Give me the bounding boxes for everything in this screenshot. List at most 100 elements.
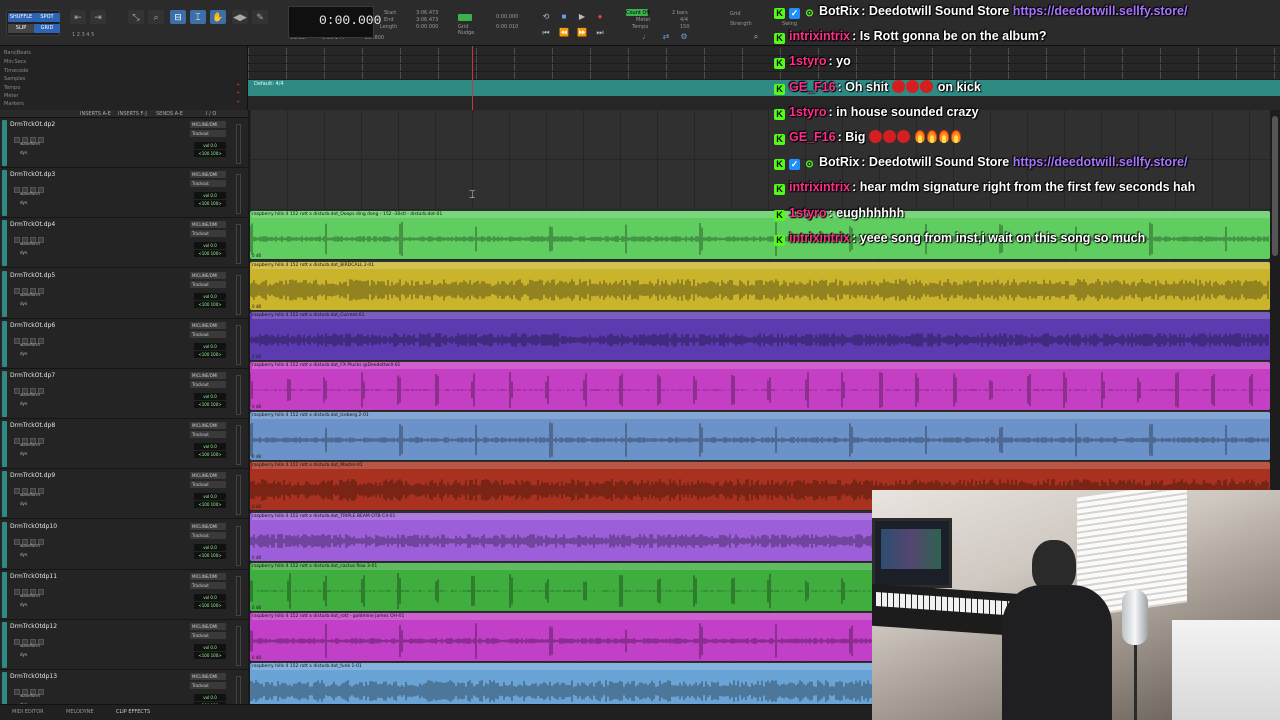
track-volume[interactable]: vol 0.0 [194,393,226,400]
track-input[interactable]: MICLINE/DMI [190,372,226,379]
track-volume[interactable]: vol 0.0 [194,644,226,651]
track-name[interactable]: DrmTrckOt.dp8 [10,422,55,429]
grid-mode-button[interactable]: GRID [34,24,60,33]
magnifier-tool-icon[interactable]: ⌕ [148,10,164,24]
track-input[interactable]: MICLINE/DMI [190,572,226,580]
grid-indicator[interactable] [458,14,472,21]
clip-gain-label[interactable]: 0 dB [252,354,261,359]
track-volume[interactable]: vol 0.0 [194,142,226,149]
track-view-selector[interactable]: waveform [20,543,40,548]
track-input[interactable]: MICLINE/DMI [190,422,226,430]
track-view-selector[interactable]: waveform [20,241,40,246]
search-icon[interactable]: ⌕ [750,32,762,42]
track-pan[interactable]: <100 100> [194,150,226,157]
clip-gain-label[interactable]: 0 dB [252,605,261,610]
pencil-tool-icon[interactable]: ✎ [252,10,268,24]
end-value[interactable]: 3:06.473 [416,17,438,23]
track-name[interactable]: DrmTrckOtdp13 [10,673,57,680]
track-output[interactable]: Trackout [190,230,226,238]
track-header-row[interactable]: DrmTrckOt.dp2 waveform dyn MICLINE/DMI Track… [0,118,248,168]
track-header-row[interactable]: DrmTrckOt.dp4 waveform dyn MICLINE/DMI Track… [0,218,248,269]
track-pan[interactable]: <100 100> [194,501,226,509]
track-name[interactable]: DrmTrckOt.dp4 [10,221,55,228]
record-icon[interactable]: ● [594,12,606,22]
clip-gain-label[interactable]: 0 dB [252,253,261,258]
track-view-selector[interactable]: waveform [20,693,40,698]
track-view-selector[interactable]: waveform [20,292,40,297]
length-value[interactable]: 0:00.000 [416,24,438,30]
melodyne-tab[interactable]: MELODYNE [66,709,94,715]
grid-value[interactable]: 0:00.000 [496,14,518,20]
track-header-row[interactable]: DrmTrckOt.dp5 waveform dyn MICLINE/DMI Track… [0,269,248,319]
slip-mode-button[interactable]: SLIP [8,24,34,33]
chat-username[interactable]: GE_F16 [789,80,836,94]
track-pan[interactable]: <100 100> [194,300,226,308]
trim-tool-icon[interactable]: ⊟ [170,10,186,24]
track-output[interactable]: Trackout [190,531,226,539]
track-header-row[interactable]: DrmTrckOt.dp9 waveform dyn MICLINE/DMI Track… [0,469,248,520]
track-view-selector[interactable]: waveform [20,141,40,146]
track-pan[interactable]: <100 100> [194,451,226,459]
clip-gain-label[interactable]: 0 dB [252,404,261,409]
track-output[interactable]: Trackout [190,581,226,589]
tempo-add-icon[interactable]: + [236,82,240,88]
midi-merge-icon[interactable]: ⇄ [660,32,672,42]
track-output[interactable]: Trackout [190,330,226,338]
track-output[interactable]: Trackout [190,130,226,137]
track-header-row[interactable]: DrmTrckOt.dp7 waveform dyn MICLINE/DMI Track… [0,369,248,419]
track-view-selector[interactable]: waveform [20,643,40,648]
track-volume[interactable]: vol 0.0 [194,342,226,350]
tempo-value[interactable]: 150 [680,24,690,30]
chat-username[interactable]: intrixintrix [789,29,850,43]
chat-username[interactable]: 1styro [789,54,827,68]
track-output[interactable]: Trackout [190,431,226,439]
clip-gain-label[interactable]: 0 dB [252,454,261,459]
track-view-selector[interactable]: waveform [20,593,40,598]
midi-editor-tab[interactable]: MIDI EDITOR [12,709,44,715]
meter-add-icon[interactable]: + [236,90,240,96]
audio-clip[interactable]: raspberry hills 4 152 rott x disturb.dot… [250,311,1270,360]
track-output[interactable]: Trackout [190,481,226,489]
loop-icon[interactable]: ⟲ [540,12,552,22]
track-name[interactable]: DrmTrckOt.dp9 [10,472,55,479]
track-name[interactable]: DrmTrckOt.dp6 [10,322,55,329]
track-pan[interactable]: <100 100> [194,601,226,609]
chat-username[interactable]: intrixintrix [789,180,850,194]
track-name[interactable]: DrmTrckOt.dp5 [10,272,55,279]
audio-clip[interactable]: raspberry hills 4 152 rott x disturb.dot… [250,362,1270,410]
meter-value[interactable]: 4/4 [680,17,688,23]
chat-username[interactable]: BotRix [819,155,859,169]
track-volume[interactable]: vol 0.0 [194,694,226,702]
zoom-toggle-icon[interactable]: ⇤ [70,10,86,24]
track-volume[interactable]: vol 0.0 [194,443,226,451]
track-input[interactable]: MICLINE/DMI [190,121,226,128]
track-view-selector[interactable]: waveform [20,342,40,347]
track-name[interactable]: DrmTrckOtdp12 [10,623,57,630]
track-pan[interactable]: <100 100> [194,652,226,659]
main-counter-value[interactable]: 0:00.000 [319,13,381,28]
track-output[interactable]: Trackout [190,682,226,690]
track-pan[interactable]: <100 100> [194,551,226,559]
track-output[interactable]: Trackout [190,381,226,388]
clip-gain-label[interactable]: 0 dB [252,304,261,309]
zoom-preset-labels[interactable]: 1 2 3 4 5 [72,32,94,38]
track-pan[interactable]: <100 100> [194,350,226,358]
marker-add-icon[interactable]: + [236,99,240,105]
chat-link[interactable]: https://deedotwill.sellfy.store/ [1013,155,1188,169]
chat-username[interactable]: GE_F16 [789,130,836,144]
track-view-selector[interactable]: waveform [20,191,40,196]
track-name[interactable]: DrmTrckOtdp11 [10,573,57,580]
stop-icon[interactable]: ■ [558,12,570,22]
playhead-line[interactable] [472,46,473,116]
count-off-value[interactable]: 2 bars [672,10,688,16]
track-header-row[interactable]: DrmTrckOt.dp3 waveform dyn MICLINE/DMI Track… [0,168,248,219]
chat-username[interactable]: intrixintrix [789,231,850,245]
track-input[interactable]: MICLINE/DMI [190,221,226,229]
clip-gain-label[interactable]: 0 dB [252,655,261,660]
chat-link[interactable]: https://deedotwill.sellfy.store/ [1013,4,1188,18]
track-input[interactable]: MICLINE/DMI [190,472,226,480]
clip-gain-label[interactable]: 0 dB [252,504,261,509]
track-header-row[interactable]: DrmTrckOtdp11 waveform dyn MICLINE/DMI Track… [0,570,248,620]
audio-clip[interactable]: raspberry hills 4 152 rott x disturb.dot… [250,261,1270,310]
track-name[interactable]: DrmTrckOt.dp2 [10,121,55,128]
